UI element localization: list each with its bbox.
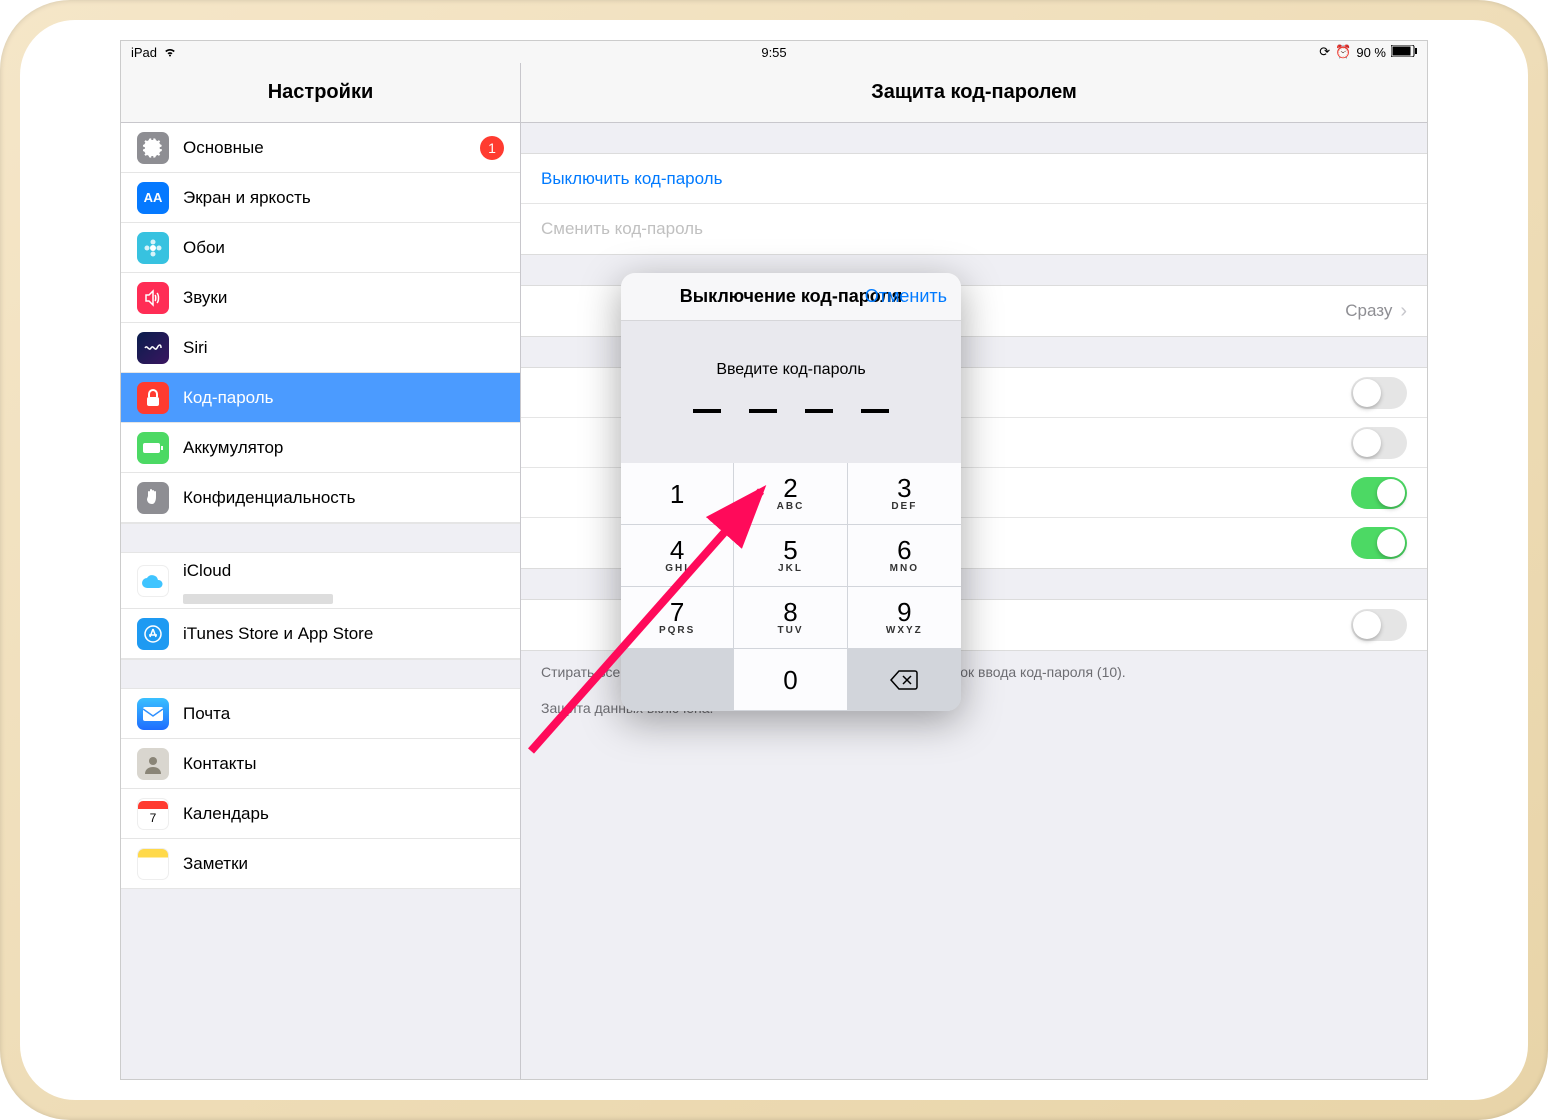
key-4[interactable]: 4GHI	[621, 525, 734, 587]
notification-badge: 1	[480, 136, 504, 160]
key-9[interactable]: 9WXYZ	[848, 587, 961, 649]
require-value: Сразу	[1345, 301, 1392, 321]
sidebar-title: Настройки	[121, 63, 520, 123]
speaker-icon	[137, 282, 169, 314]
status-bar: iPad 9:55 ⟳ ⏰ 90 %	[121, 41, 1427, 63]
sidebar-item-icloud[interactable]: iCloud	[121, 553, 520, 609]
sidebar-item-display[interactable]: AA Экран и яркость	[121, 173, 520, 223]
disable-passcode-row[interactable]: Выключить код-пароль	[521, 154, 1427, 204]
toggle-switch[interactable]	[1351, 477, 1407, 509]
screen: iPad 9:55 ⟳ ⏰ 90 % Настройки Основные 1 …	[120, 40, 1428, 1080]
battery-icon	[137, 432, 169, 464]
sidebar-item-label: iCloud	[183, 561, 504, 581]
appstore-icon	[137, 618, 169, 650]
contact-icon	[137, 748, 169, 780]
passcode-prompt: Введите код-пароль	[621, 361, 961, 379]
sidebar-item-appstore[interactable]: iTunes Store и App Store	[121, 609, 520, 659]
passcode-dash	[749, 409, 777, 413]
sidebar-item-passcode[interactable]: Код-пароль	[121, 373, 520, 423]
key-1[interactable]: 1	[621, 463, 734, 525]
settings-sidebar: Настройки Основные 1 AA Экран и яркость …	[121, 63, 521, 1079]
key-0[interactable]: 0	[734, 649, 847, 711]
sidebar-item-label: Экран и яркость	[183, 188, 504, 208]
mail-icon	[137, 698, 169, 730]
notes-icon	[137, 848, 169, 880]
sidebar-item-label: Звуки	[183, 288, 504, 308]
toggle-switch[interactable]	[1351, 609, 1407, 641]
sidebar-item-label: Основные	[183, 138, 466, 158]
battery-pct: 90 %	[1356, 45, 1386, 60]
sidebar-item-general[interactable]: Основные 1	[121, 123, 520, 173]
popover-header: Выключение код-пароля Отменить	[621, 273, 961, 321]
alarm-icon: ⏰	[1335, 44, 1351, 60]
battery-icon	[1391, 45, 1417, 60]
key-8[interactable]: 8TUV	[734, 587, 847, 649]
flower-icon	[137, 232, 169, 264]
sidebar-item-label: Код-пароль	[183, 388, 504, 408]
calendar-icon: 7	[137, 798, 169, 830]
device-name: iPad	[131, 45, 157, 60]
numeric-keypad: 1 2ABC 3DEF 4GHI 5JKL 6MNO 7PQRS 8TUV 9W…	[621, 463, 961, 711]
sidebar-item-label: iTunes Store и App Store	[183, 624, 504, 644]
ipad-device: iPad 9:55 ⟳ ⏰ 90 % Настройки Основные 1 …	[0, 0, 1548, 1120]
toggle-switch[interactable]	[1351, 427, 1407, 459]
gear-icon	[137, 132, 169, 164]
sidebar-item-wallpaper[interactable]: Обои	[121, 223, 520, 273]
passcode-dashes	[621, 409, 961, 413]
sidebar-item-sounds[interactable]: Звуки	[121, 273, 520, 323]
passcode-dash	[861, 409, 889, 413]
backspace-icon	[890, 670, 918, 690]
sidebar-item-label: Конфиденциальность	[183, 488, 504, 508]
key-6[interactable]: 6MNO	[848, 525, 961, 587]
key-5[interactable]: 5JKL	[734, 525, 847, 587]
change-passcode-row[interactable]: Сменить код-пароль	[521, 204, 1427, 254]
wifi-icon	[163, 45, 177, 60]
page-title: Защита код-паролем	[521, 63, 1427, 123]
sidebar-item-mail[interactable]: Почта	[121, 689, 520, 739]
key-3[interactable]: 3DEF	[848, 463, 961, 525]
text-size-icon: AA	[137, 182, 169, 214]
passcode-dash	[805, 409, 833, 413]
sidebar-item-label: Контакты	[183, 754, 504, 774]
key-blank	[621, 649, 734, 711]
sidebar-item-label: Календарь	[183, 804, 504, 824]
sidebar-item-contacts[interactable]: Контакты	[121, 739, 520, 789]
sidebar-item-siri[interactable]: Siri	[121, 323, 520, 373]
sidebar-item-label: Siri	[183, 338, 504, 358]
orientation-lock-icon: ⟳	[1319, 44, 1330, 60]
sidebar-item-privacy[interactable]: Конфиденциальность	[121, 473, 520, 523]
lock-icon	[137, 382, 169, 414]
passcode-popover: Выключение код-пароля Отменить Введите к…	[621, 273, 961, 711]
chevron-right-icon: ›	[1400, 300, 1407, 323]
siri-icon	[137, 332, 169, 364]
sidebar-item-label: Заметки	[183, 854, 504, 874]
sidebar-item-label: Почта	[183, 704, 504, 724]
hand-icon	[137, 482, 169, 514]
key-2[interactable]: 2ABC	[734, 463, 847, 525]
sidebar-item-label: Аккумулятор	[183, 438, 504, 458]
toggle-switch[interactable]	[1351, 527, 1407, 559]
key-7[interactable]: 7PQRS	[621, 587, 734, 649]
clock: 9:55	[761, 45, 786, 60]
sidebar-item-notes[interactable]: Заметки	[121, 839, 520, 889]
cloud-icon	[137, 565, 169, 597]
toggle-switch[interactable]	[1351, 377, 1407, 409]
sidebar-item-battery[interactable]: Аккумулятор	[121, 423, 520, 473]
cancel-button[interactable]: Отменить	[865, 286, 947, 307]
passcode-dash	[693, 409, 721, 413]
sidebar-item-calendar[interactable]: 7 Календарь	[121, 789, 520, 839]
key-backspace[interactable]	[848, 649, 961, 711]
icloud-account-redacted	[183, 594, 333, 604]
sidebar-item-label: Обои	[183, 238, 504, 258]
